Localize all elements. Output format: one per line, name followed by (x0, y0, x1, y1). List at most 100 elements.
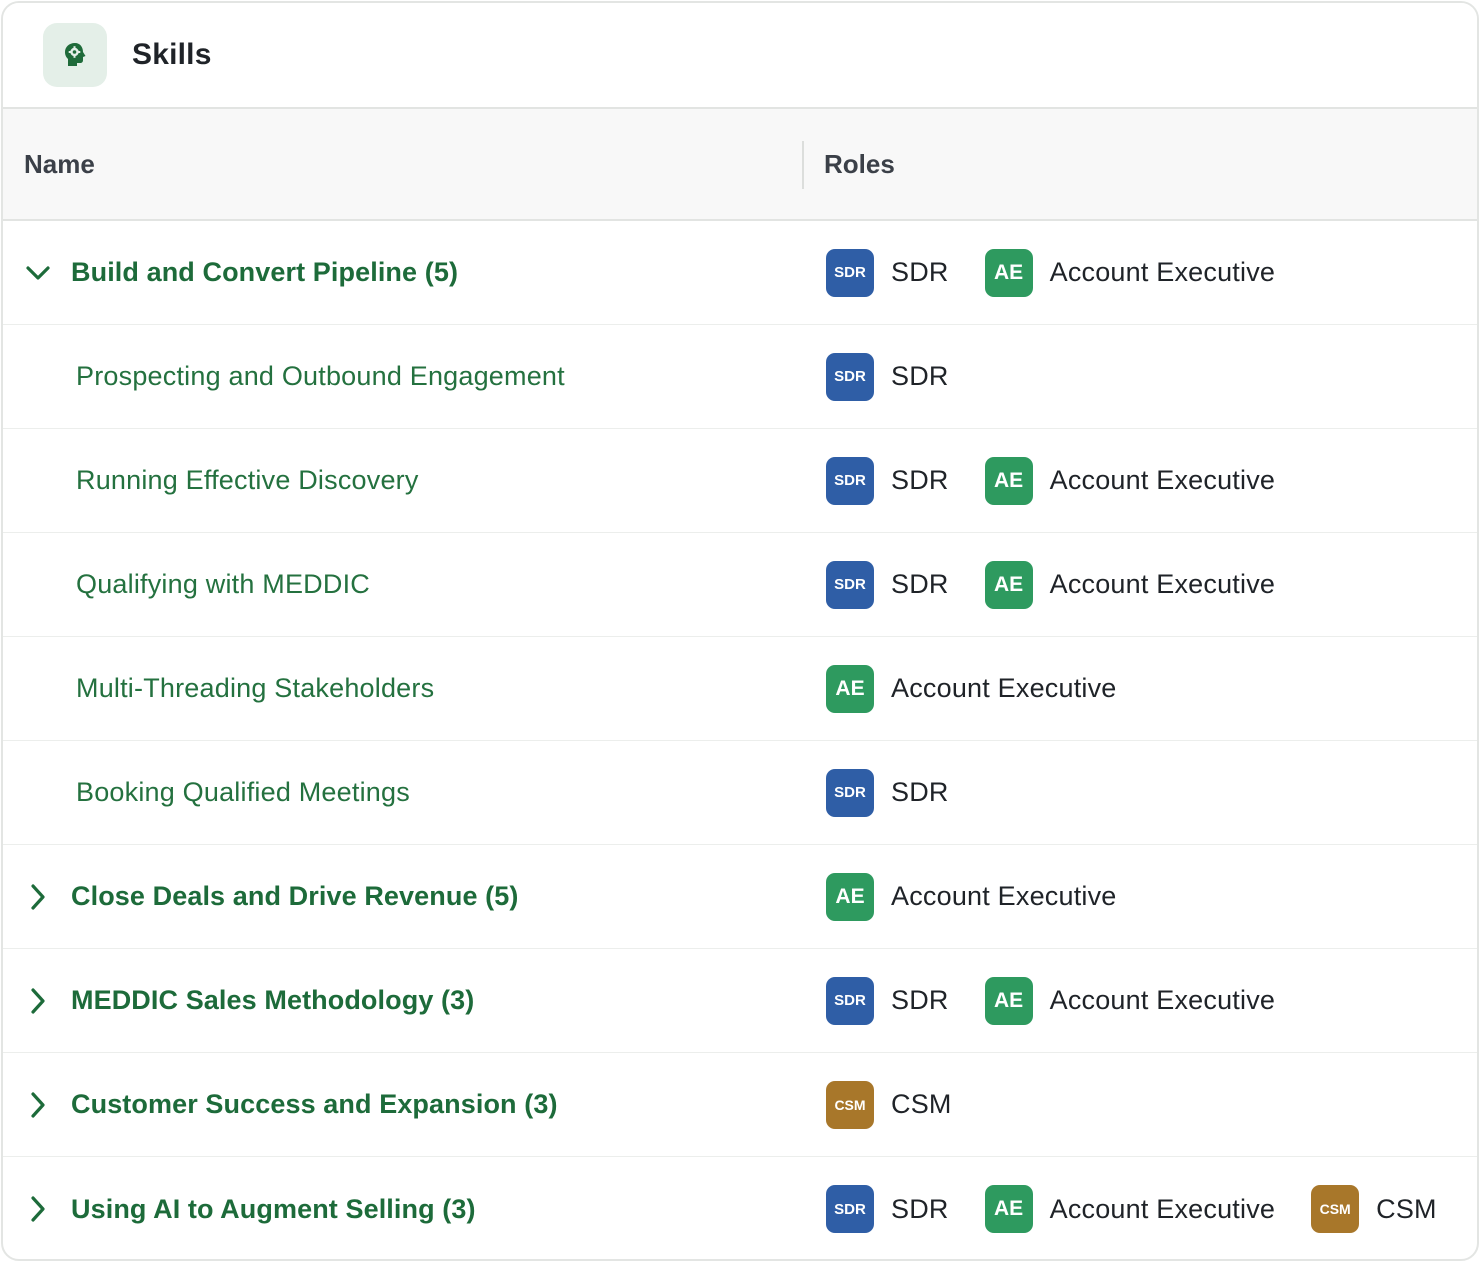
skill-group-name[interactable]: Close Deals and Drive Revenue (5) (71, 881, 518, 912)
role-tag-sdr: SDR SDR (826, 248, 949, 297)
skill-group-name[interactable]: Using AI to Augment Selling (3) (71, 1194, 476, 1225)
roles-cell: SDR SDR (803, 325, 985, 428)
role-badge: AE (826, 664, 874, 713)
role-badge: SDR (826, 976, 874, 1025)
chevron-down-icon[interactable] (3, 221, 71, 324)
role-tag-ae: AE Account Executive (984, 456, 1276, 505)
skill-name[interactable]: Multi-Threading Stakeholders (3, 673, 434, 704)
name-cell: Booking Qualified Meetings (3, 741, 803, 844)
skill-row[interactable]: Multi-Threading Stakeholders AE Account Ex… (3, 637, 1477, 741)
role-badge: AE (826, 872, 874, 921)
roles-cell: SDR SDR AE Account Executive (803, 429, 1311, 532)
brain-gear-icon (43, 23, 107, 87)
skill-name[interactable]: Qualifying with MEDDIC (3, 569, 370, 600)
role-badge: SDR (826, 1185, 874, 1233)
role-label: SDR (891, 465, 949, 495)
role-tag-csm: CSM CSM (1311, 1185, 1437, 1233)
role-label: SDR (891, 985, 949, 1015)
role-tag-sdr: SDR SDR (826, 976, 949, 1025)
role-tag-sdr: SDR SDR (826, 1185, 949, 1233)
role-label: Account Executive (1049, 985, 1276, 1015)
roles-cell: AE Account Executive (803, 637, 1153, 740)
panel-header: Skills (3, 3, 1477, 109)
name-cell: Close Deals and Drive Revenue (5) (3, 845, 803, 948)
skill-row[interactable]: Booking Qualified Meetings SDR SDR (3, 741, 1477, 845)
skill-group-name[interactable]: Build and Convert Pipeline (5) (71, 257, 458, 288)
chevron-right-icon[interactable] (3, 949, 71, 1052)
name-cell: Qualifying with MEDDIC (3, 533, 803, 636)
skill-group-name[interactable]: MEDDIC Sales Methodology (3) (71, 985, 474, 1016)
roles-cell: SDR SDR AE Account Executive (803, 949, 1311, 1052)
page-title: Skills (132, 38, 212, 71)
role-badge: AE (984, 248, 1033, 297)
role-label: SDR (891, 777, 949, 807)
role-tag-ae: AE Account Executive (826, 664, 1117, 713)
role-badge: CSM (826, 1080, 874, 1129)
role-badge: SDR (826, 560, 874, 609)
role-label: Account Executive (891, 673, 1117, 703)
role-tag-sdr: SDR SDR (826, 352, 949, 401)
skill-name[interactable]: Running Effective Discovery (3, 465, 419, 496)
skill-group-row[interactable]: Build and Convert Pipeline (5) SDR SDR AE Ac… (3, 221, 1477, 325)
skills-panel: Skills Name Roles Build and Convert Pipe… (1, 1, 1479, 1261)
skill-group-row[interactable]: Customer Success and Expansion (3) CSM CSM (3, 1053, 1477, 1157)
name-cell: Using AI to Augment Selling (3) (3, 1157, 803, 1259)
role-label: CSM (1376, 1193, 1437, 1224)
name-cell: Multi-Threading Stakeholders (3, 637, 803, 740)
role-tag-ae: AE Account Executive (984, 560, 1276, 609)
role-tag-ae: AE Account Executive (984, 976, 1276, 1025)
role-badge: SDR (826, 352, 874, 401)
role-tag-ae: AE Account Executive (984, 1185, 1276, 1233)
name-cell: Running Effective Discovery (3, 429, 803, 532)
role-label: SDR (891, 257, 949, 287)
skill-group-row[interactable]: MEDDIC Sales Methodology (3) SDR SDR AE Acco… (3, 949, 1477, 1053)
skill-row[interactable]: Prospecting and Outbound Engagement SDR SD… (3, 325, 1477, 429)
name-cell: Build and Convert Pipeline (5) (3, 221, 803, 324)
skill-name[interactable]: Booking Qualified Meetings (3, 777, 410, 808)
column-divider[interactable] (802, 141, 804, 189)
role-tag-ae: AE Account Executive (826, 872, 1117, 921)
role-badge: SDR (826, 768, 874, 817)
role-badge: AE (984, 1185, 1033, 1233)
skill-row[interactable]: Qualifying with MEDDIC SDR SDR AE Account Ex… (3, 533, 1477, 637)
role-badge: CSM (1311, 1185, 1360, 1233)
role-badge: AE (984, 456, 1033, 505)
role-label: Account Executive (1049, 1193, 1276, 1224)
role-label: SDR (891, 569, 949, 599)
role-tag-sdr: SDR SDR (826, 768, 949, 817)
role-tag-sdr: SDR SDR (826, 456, 949, 505)
column-header-roles[interactable]: Roles (803, 149, 895, 180)
skills-table-body: Build and Convert Pipeline (5) SDR SDR AE Ac… (3, 221, 1477, 1259)
skill-group-name[interactable]: Customer Success and Expansion (3) (71, 1089, 558, 1120)
table-header: Name Roles (3, 109, 1477, 221)
chevron-right-icon[interactable] (3, 1157, 71, 1259)
roles-cell: CSM CSM (803, 1053, 988, 1156)
name-cell: Prospecting and Outbound Engagement (3, 325, 803, 428)
role-label: Account Executive (1049, 465, 1276, 495)
chevron-right-icon[interactable] (3, 1053, 71, 1156)
role-tag-ae: AE Account Executive (984, 248, 1276, 297)
role-label: Account Executive (891, 881, 1117, 911)
role-label: Account Executive (1049, 569, 1276, 599)
roles-cell: AE Account Executive (803, 845, 1153, 948)
role-label: Account Executive (1049, 257, 1276, 287)
skill-group-row[interactable]: Using AI to Augment Selling (3) SDR SDR AE A… (3, 1157, 1477, 1259)
skill-name[interactable]: Prospecting and Outbound Engagement (3, 361, 565, 392)
role-tag-sdr: SDR SDR (826, 560, 949, 609)
role-badge: SDR (826, 248, 874, 297)
skill-group-row[interactable]: Close Deals and Drive Revenue (5) AE Accou… (3, 845, 1477, 949)
name-cell: Customer Success and Expansion (3) (3, 1053, 803, 1156)
role-badge: SDR (826, 456, 874, 505)
role-label: SDR (891, 1193, 949, 1224)
column-header-name[interactable]: Name (3, 149, 803, 180)
role-tag-csm: CSM CSM (826, 1080, 952, 1129)
role-label: CSM (891, 1089, 952, 1119)
roles-cell: SDR SDR AE Account Executive (803, 533, 1311, 636)
chevron-right-icon[interactable] (3, 845, 71, 948)
role-badge: AE (984, 976, 1033, 1025)
skill-row[interactable]: Running Effective Discovery SDR SDR AE Accou… (3, 429, 1477, 533)
role-badge: AE (984, 560, 1033, 609)
roles-cell: SDR SDR (803, 741, 985, 844)
role-label: SDR (891, 361, 949, 391)
roles-cell: SDR SDR AE Account Executive (803, 221, 1311, 324)
